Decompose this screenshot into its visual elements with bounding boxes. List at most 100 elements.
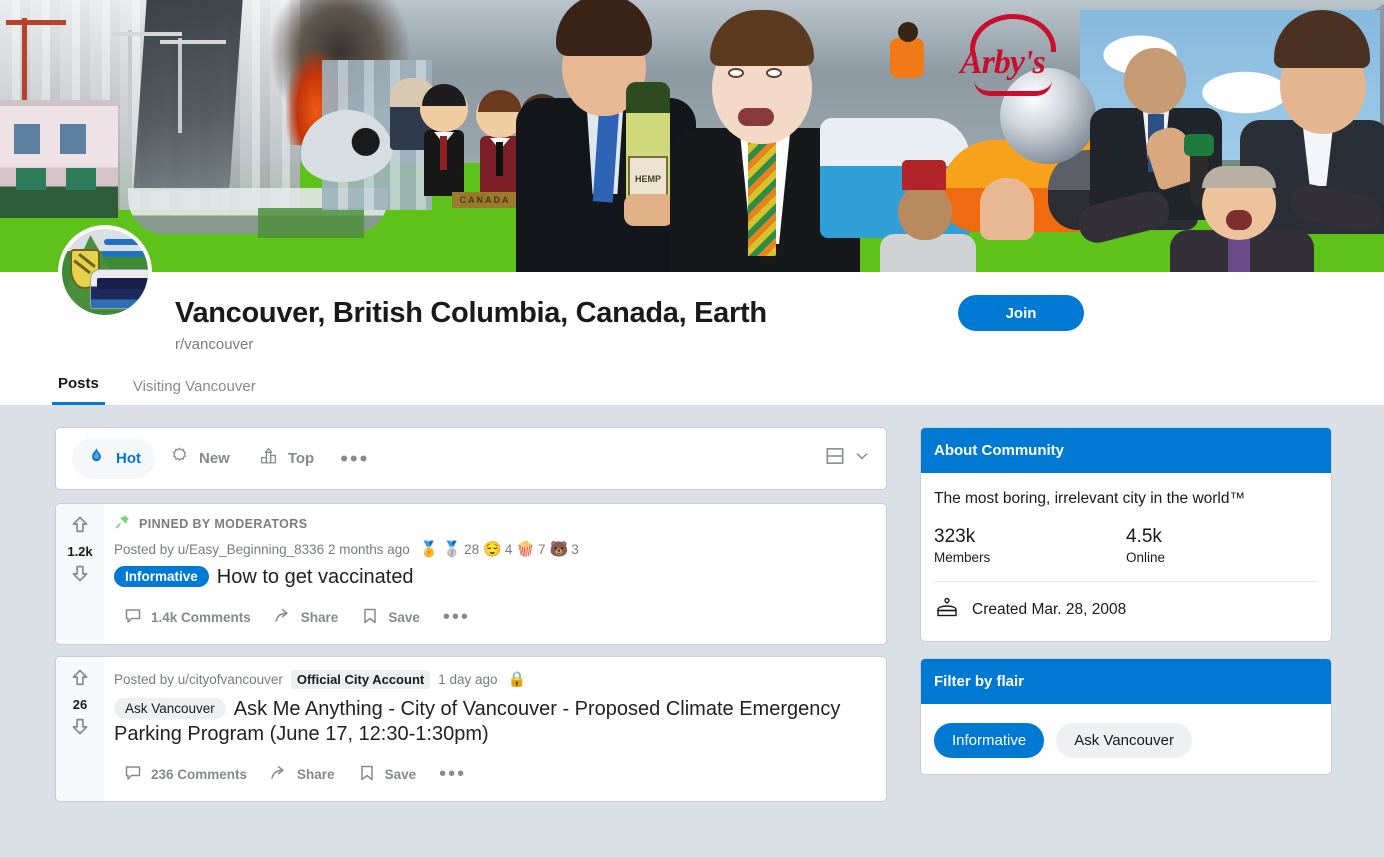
sort-more-button[interactable]: •••: [328, 447, 381, 469]
post-time: 1 day ago: [438, 671, 498, 687]
post-title-row: Informative How to get vaccinated: [114, 565, 876, 591]
upvote-button[interactable]: [69, 667, 91, 694]
comments-button[interactable]: 1.4k Comments: [114, 599, 260, 636]
members-stat: 323k Members: [934, 526, 1126, 565]
sort-hot-label: Hot: [116, 450, 141, 467]
vote-column: 26: [56, 656, 104, 801]
online-count: 4.5k: [1126, 525, 1162, 547]
downvote-button[interactable]: [69, 715, 91, 742]
banner-crane-three-jib: [160, 40, 226, 44]
post-body: Posted by u/cityofvancouver Official Cit…: [104, 657, 886, 801]
save-button[interactable]: Save: [351, 599, 429, 636]
sort-new-label: New: [199, 450, 230, 467]
banner-beer-bottle: [624, 82, 674, 226]
comments-button[interactable]: 236 Comments: [114, 756, 256, 793]
flame-icon: [86, 446, 107, 471]
flair-option-ask-vancouver[interactable]: Ask Vancouver: [1056, 722, 1192, 758]
pinned-label: PINNED BY MODERATORS: [139, 517, 308, 531]
sort-new[interactable]: New: [155, 438, 244, 479]
podium-icon: [258, 446, 279, 471]
post-score: 26: [72, 696, 88, 712]
comments-label: 236 Comments: [151, 766, 248, 782]
tab-posts[interactable]: Posts: [52, 371, 105, 405]
sort-top-label: Top: [287, 450, 315, 467]
filter-by-flair-heading: Filter by flair: [921, 658, 1331, 704]
community-header: Vancouver, British Columbia, Canada, Ear…: [0, 225, 1384, 405]
members-count: 323k: [934, 525, 976, 547]
chevron-down-icon: [854, 448, 870, 469]
comment-icon: [123, 763, 143, 786]
community-handle: r/vancouver: [175, 336, 254, 353]
post-feed: Hot New Top ••• 1.2k PINNED BY MODERATOR…: [55, 427, 887, 857]
lock-icon: 🔒: [507, 670, 527, 688]
arbys-logo: Arby's: [960, 14, 1078, 110]
flair-options: Informative Ask Vancouver: [934, 717, 1318, 758]
banner-green-roof: [258, 208, 364, 238]
main-content: Hot New Top ••• 1.2k PINNED BY MODERATOR…: [0, 405, 1384, 857]
share-icon: [269, 763, 289, 786]
silver-award-icon: 🥈 28: [442, 541, 480, 558]
post-more-button[interactable]: •••: [429, 764, 476, 784]
post-awards[interactable]: 🏅 🥈 28 😌 4 🍿 7 🐻 3: [420, 542, 579, 557]
upvote-button[interactable]: [69, 514, 91, 541]
flair-option-informative[interactable]: Informative: [934, 722, 1045, 758]
banner-shouting-presenter: [1150, 166, 1330, 272]
post-flair[interactable]: Informative: [114, 566, 209, 587]
sort-top[interactable]: Top: [244, 438, 328, 479]
banner-fez-man: [880, 160, 976, 272]
share-label: Share: [297, 766, 335, 782]
card-view-icon: [824, 445, 846, 472]
post-meta: Posted by u/cityofvancouver Official Cit…: [114, 669, 876, 689]
user-flair-badge: Official City Account: [290, 669, 431, 689]
sort-hot[interactable]: Hot: [72, 438, 155, 479]
comment-icon: [123, 606, 143, 629]
about-community-heading: About Community: [921, 428, 1331, 473]
page-title: Vancouver, British Columbia, Canada, Ear…: [175, 297, 767, 329]
post-title[interactable]: How to get vaccinated: [217, 566, 414, 588]
comments-label: 1.4k Comments: [151, 609, 251, 625]
post-meta: Posted by u/Easy_Beginning_8336 2 months…: [114, 542, 876, 557]
vote-column: 1.2k: [56, 504, 104, 644]
post-actions: 236 Comments Share Save •••: [114, 756, 876, 793]
online-label: Online: [1126, 549, 1166, 565]
wholesome-award-icon: 😌 4: [483, 541, 513, 558]
community-created: Created Mar. 28, 2008: [934, 596, 1318, 625]
about-community-widget: About Community The most boring, irrelev…: [920, 427, 1332, 642]
share-button[interactable]: Share: [260, 756, 344, 793]
post-author[interactable]: Posted by u/cityofvancouver: [114, 672, 283, 687]
save-label: Save: [388, 609, 420, 625]
online-stat: 4.5k Online: [1126, 526, 1318, 565]
gold-award-icon: 🏅: [419, 541, 439, 558]
banner-crane-two-jib: [112, 32, 182, 36]
pinned-indicator: PINNED BY MODERATORS: [114, 513, 876, 535]
post-card[interactable]: 26 Posted by u/cityofvancouver Official …: [55, 655, 887, 802]
banner-crane-two-mast: [128, 30, 132, 140]
save-label: Save: [384, 766, 417, 782]
community-banner: CANADA Arby's: [0, 0, 1384, 272]
cake-icon: [934, 596, 960, 625]
downvote-button[interactable]: [69, 562, 91, 589]
banner-crane-three-mast: [178, 38, 182, 133]
post-sort-bar: Hot New Top •••: [55, 427, 887, 490]
view-mode-selector[interactable]: [824, 445, 870, 472]
save-button[interactable]: Save: [348, 756, 426, 793]
post-more-button[interactable]: •••: [433, 607, 480, 627]
post-body: PINNED BY MODERATORS Posted by u/Easy_Be…: [104, 504, 886, 644]
share-button[interactable]: Share: [264, 599, 348, 636]
post-actions: 1.4k Comments Share Save •••: [114, 599, 876, 636]
post-flair[interactable]: Ask Vancouver: [114, 697, 226, 719]
banner-crane-red-jib: [6, 20, 66, 25]
pin-icon: [114, 513, 131, 535]
bear-award-icon: 🐻 3: [549, 541, 579, 558]
bookmark-icon: [357, 763, 377, 786]
tab-visiting-vancouver[interactable]: Visiting Vancouver: [127, 374, 262, 405]
post-card[interactable]: 1.2k PINNED BY MODERATORS Posted by u/Ea…: [55, 503, 887, 645]
community-description: The most boring, irrelevant city in the …: [934, 490, 1245, 507]
banner-house: [0, 100, 118, 218]
banner-cartoon-man-a: [420, 84, 468, 196]
banner-waving-hand: [980, 178, 1034, 240]
bookmark-icon: [360, 606, 380, 629]
post-author[interactable]: Posted by u/Easy_Beginning_8336: [114, 542, 324, 557]
join-button[interactable]: Join: [958, 295, 1084, 331]
silver-s-award-icon: 🍿 7: [516, 541, 546, 558]
